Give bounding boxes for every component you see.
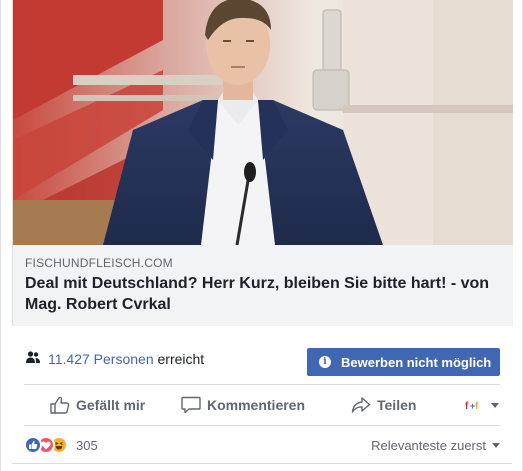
info-icon: i [319,356,331,368]
link-headline[interactable]: Deal mit Deutschland? Herr Kurz, bleiben… [25,273,501,315]
reaction-count[interactable]: 305 [76,438,98,453]
share-icon [351,397,371,413]
share-button[interactable]: Teilen [351,385,416,425]
like-label: Gefällt mir [76,397,146,413]
link-preview-text[interactable]: FISCHUNDFLEISCH.COM Deal mit Deutschland… [13,245,513,326]
comment-sort-dropdown[interactable]: Relevanteste zuerst [371,438,500,453]
post-action-bar: Gefällt mir Kommentieren Teilen f + f [24,384,500,426]
people-icon [26,351,40,363]
link-preview[interactable]: FISCHUNDFLEISCH.COM Deal mit Deutschland… [12,0,513,326]
reaction-like-icon [24,436,42,454]
reactions-row: 305 Relevanteste zuerst [24,434,500,456]
link-preview-image[interactable] [13,0,513,245]
reach-text: 11.427 Personen erreicht [48,351,204,367]
boost-button[interactable]: i Bewerben nicht möglich [307,348,500,376]
comment-button[interactable]: Kommentieren [181,385,305,425]
post-as-selector[interactable]: f + f [464,385,499,425]
link-domain: FISCHUNDFLEISCH.COM [25,256,173,270]
post-reach-row: 11.427 Personen erreicht i Bewerben nich… [12,337,512,377]
reach-count-link[interactable]: 11.427 Personen [48,351,154,367]
comment-label: Kommentieren [207,397,306,413]
comment-sort-label: Relevanteste zuerst [371,438,486,453]
comment-icon [181,396,201,414]
reach-suffix: erreicht [153,351,205,367]
chevron-down-icon [491,402,499,408]
like-icon [50,396,70,414]
divider [12,463,512,464]
speaker-photo [13,0,513,245]
boost-button-label: Bewerben nicht möglich [341,354,492,370]
chevron-down-icon [492,443,500,448]
page-avatar-icon: f + f [464,398,480,412]
share-label: Teilen [377,397,417,413]
like-button[interactable]: Gefällt mir [50,385,145,425]
reaction-icons[interactable] [24,436,78,454]
post-card: FISCHUNDFLEISCH.COM Deal mit Deutschland… [0,0,523,471]
